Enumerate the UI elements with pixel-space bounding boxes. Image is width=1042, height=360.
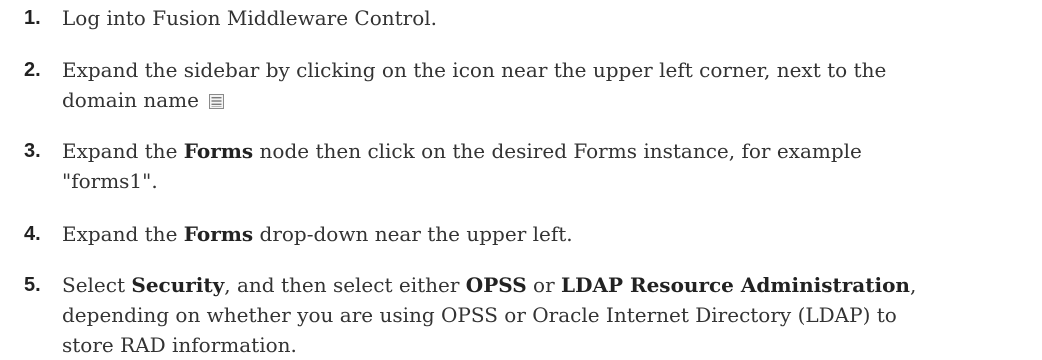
step-text: Expand the sidebar by clicking on the ic…: [62, 58, 887, 112]
step-text: Expand the Forms node then click on the …: [62, 139, 862, 193]
step-number: 1.: [24, 7, 41, 29]
step-number: 5.: [24, 274, 41, 296]
step-text: Log into Fusion Middleware Control.: [62, 6, 438, 30]
step-text: Select Security, and then select either …: [62, 273, 917, 357]
step-text: Expand the Forms drop-down near the uppe…: [62, 222, 573, 246]
sidebar-toggle-icon: [209, 87, 225, 109]
step-number: 3.: [24, 140, 41, 162]
step-number: 4.: [24, 223, 41, 245]
step-number: 2.: [24, 59, 41, 81]
